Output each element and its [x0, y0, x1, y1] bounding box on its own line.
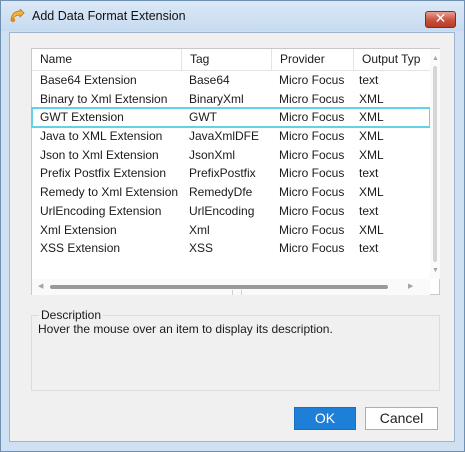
cell-name: GWT Extension — [40, 110, 124, 125]
table-row[interactable]: Json to Xml Extension JsonXml Micro Focus X… — [32, 146, 430, 165]
horizontal-scroll-thumb[interactable] — [50, 285, 388, 295]
title-bar[interactable]: Add Data Format Extension ✕ — [1, 1, 464, 31]
table-row[interactable]: Prefix Postfix Extension PrefixPostfix Mic… — [32, 164, 430, 183]
table-row[interactable]: Base64 Extension Base64 Micro Focus text — [32, 71, 430, 90]
cell-output-type: text — [359, 241, 379, 256]
dialog-window: Add Data Format Extension ✕ Name Tag Pro… — [0, 0, 465, 452]
cell-output-type: XML — [359, 185, 384, 200]
column-header-output-type[interactable]: Output Typ — [354, 49, 430, 71]
cell-provider: Micro Focus — [279, 241, 345, 256]
cell-output-type: XML — [359, 110, 384, 125]
scroll-left-icon[interactable]: ◀ — [38, 283, 43, 291]
table-row[interactable]: UrlEncoding Extension UrlEncoding Micro Fo… — [32, 202, 430, 221]
cell-tag: GWT — [189, 110, 217, 125]
cell-tag: Xml — [189, 222, 210, 237]
cell-name: Prefix Postfix Extension — [40, 166, 167, 181]
cell-tag: PrefixPostfix — [189, 166, 256, 181]
cell-provider: Micro Focus — [279, 185, 345, 200]
cell-tag: Base64 — [189, 73, 230, 87]
table-row[interactable]: Remedy to Xml Extension RemedyDfe Micro Fo… — [32, 183, 430, 202]
ok-button[interactable]: OK — [294, 407, 356, 430]
extensions-table: Name Tag Provider Output Typ Base64 Exte… — [31, 48, 440, 295]
scroll-right-icon[interactable]: ▶ — [408, 283, 413, 291]
cell-name: Java to XML Extension — [40, 129, 163, 144]
table-row[interactable]: Binary to Xml Extension BinaryXml Micro Fo… — [32, 90, 430, 109]
horizontal-scrollbar[interactable]: ◀ ▶ — [32, 279, 430, 295]
column-header-tag[interactable]: Tag — [182, 49, 272, 71]
description-group: Description Hover the mouse over an item… — [31, 308, 440, 391]
cell-output-type: XML — [359, 147, 384, 162]
cell-output-type: XML — [359, 91, 384, 106]
table-row[interactable]: XSS Extension XSS Micro Focus text — [32, 239, 430, 258]
vertical-scrollbar[interactable]: ▲ ▼ — [430, 49, 440, 279]
cell-output-type: text — [359, 166, 379, 181]
description-text: Hover the mouse over an item to display … — [38, 322, 333, 336]
cell-provider: Micro Focus — [279, 203, 345, 218]
table-header: Name Tag Provider Output Typ — [32, 49, 432, 71]
cell-name: Json to Xml Extension — [40, 147, 159, 162]
cell-tag: JsonXml — [189, 147, 236, 162]
close-icon: ✕ — [434, 10, 447, 26]
table-row-selected[interactable]: GWT Extension GWT Micro Focus XML — [31, 107, 431, 129]
cell-output-type: XML — [359, 129, 384, 144]
column-header-provider[interactable]: Provider — [272, 49, 354, 71]
cell-tag: RemedyDfe — [189, 185, 253, 200]
dialog-content: Name Tag Provider Output Typ Base64 Exte… — [9, 32, 455, 442]
table-row[interactable]: Java to XML Extension JavaXmlDFE Micro Foc… — [32, 127, 430, 146]
cell-name: XSS Extension — [40, 241, 121, 256]
cell-output-type: text — [359, 73, 379, 87]
cell-tag: BinaryXml — [189, 91, 244, 106]
cell-provider: Micro Focus — [279, 147, 345, 162]
cell-name: Remedy to Xml Extension — [40, 185, 179, 200]
table-body: Base64 Extension Base64 Micro Focus text Bin… — [31, 71, 431, 258]
cell-output-type: text — [359, 203, 379, 218]
cancel-button[interactable]: Cancel — [365, 407, 438, 430]
cell-tag: UrlEncoding — [189, 203, 255, 218]
vertical-scroll-thumb[interactable] — [433, 66, 437, 262]
cell-provider: Micro Focus — [279, 73, 345, 87]
cell-name: UrlEncoding Extension — [40, 203, 162, 218]
cell-provider: Micro Focus — [279, 222, 345, 237]
scroll-grip-icon — [232, 290, 242, 295]
close-button[interactable]: ✕ — [425, 10, 456, 28]
cell-name: Binary to Xml Extension — [40, 91, 168, 106]
extension-app-icon — [10, 9, 25, 23]
cell-name: Base64 Extension — [40, 73, 137, 87]
scroll-up-icon[interactable]: ▲ — [432, 55, 439, 63]
table-row[interactable]: Xml Extension Xml Micro Focus XML — [32, 221, 430, 240]
description-label: Description — [39, 308, 104, 322]
cell-provider: Micro Focus — [279, 110, 345, 125]
cell-output-type: XML — [359, 222, 384, 237]
cell-provider: Micro Focus — [279, 129, 345, 144]
window-title: Add Data Format Extension — [32, 9, 186, 23]
cell-provider: Micro Focus — [279, 91, 345, 106]
cell-tag: JavaXmlDFE — [189, 129, 260, 144]
scroll-down-icon[interactable]: ▼ — [432, 267, 439, 275]
cell-tag: XSS — [189, 241, 214, 256]
cell-provider: Micro Focus — [279, 166, 345, 181]
column-header-name[interactable]: Name — [32, 49, 182, 71]
cell-name: Xml Extension — [40, 222, 117, 237]
